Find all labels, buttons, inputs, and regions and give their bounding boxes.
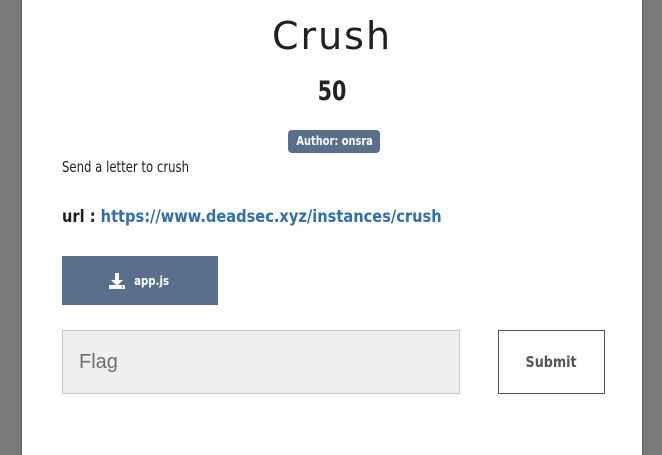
submit-button-label: Submit [525, 353, 578, 371]
flag-input[interactable] [62, 330, 460, 394]
challenge-points: 50 [317, 76, 347, 107]
download-file-label: app.js [134, 273, 169, 288]
submit-button[interactable]: Submit [498, 330, 605, 394]
challenge-modal: Crush 50 Author: onsra Send a letter to … [21, 0, 643, 455]
url-label: url : [62, 207, 96, 227]
download-icon [108, 272, 126, 290]
challenge-title: Crush [271, 14, 393, 58]
challenge-url-line: url : https://www.deadsec.xyz/instances/… [62, 207, 442, 227]
author-badge: Author: onsra [288, 130, 380, 153]
challenge-url-link[interactable]: https://www.deadsec.xyz/instances/crush [101, 207, 442, 227]
challenge-description: Send a letter to crush [62, 158, 190, 176]
author-badge-label: Author: onsra [296, 134, 373, 148]
download-file-button[interactable]: app.js [62, 256, 218, 305]
